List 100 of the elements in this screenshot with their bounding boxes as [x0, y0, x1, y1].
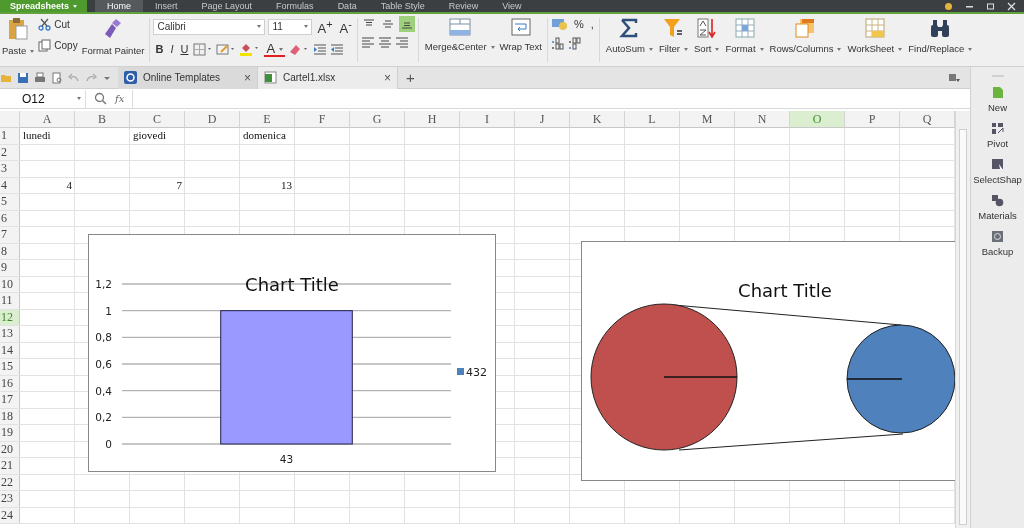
- menu-tab[interactable]: Formulas: [264, 0, 326, 12]
- column-header[interactable]: Q: [900, 111, 955, 128]
- document-tab[interactable]: Cartel1.xlsx ×: [258, 66, 398, 89]
- column-header[interactable]: G: [350, 111, 405, 128]
- vertical-scrollbar[interactable]: [955, 111, 970, 528]
- wrap-text-button[interactable]: Wrap Text: [497, 16, 544, 66]
- toolbar-button[interactable]: Format: [722, 16, 767, 55]
- row-header[interactable]: 8: [0, 243, 20, 259]
- font-size-field[interactable]: 11: [268, 18, 313, 35]
- cut-button[interactable]: Cut: [38, 18, 78, 31]
- row-header[interactable]: 9: [0, 260, 20, 276]
- row-header[interactable]: 17: [0, 392, 20, 408]
- side-panel-button[interactable]: Materials: [978, 194, 1017, 221]
- side-panel-button[interactable]: Pivot: [986, 122, 1009, 149]
- row-header[interactable]: 11: [0, 293, 20, 309]
- row-header[interactable]: 4: [0, 177, 20, 193]
- column-header[interactable]: I: [460, 111, 515, 128]
- app-menu-button[interactable]: Spreadsheets: [0, 0, 88, 12]
- row-header[interactable]: 23: [0, 491, 20, 507]
- column-header[interactable]: H: [405, 111, 460, 128]
- column-header[interactable]: K: [570, 111, 625, 128]
- restore-icon[interactable]: [986, 1, 995, 11]
- column-header[interactable]: L: [625, 111, 680, 128]
- cell-style-icon[interactable]: [216, 42, 237, 56]
- new-tab-button[interactable]: +: [398, 69, 423, 86]
- column-header[interactable]: J: [515, 111, 570, 128]
- grow-font-button[interactable]: A$^{+}$: [315, 16, 335, 38]
- document-tab[interactable]: Online Templates ×: [118, 66, 258, 89]
- print-icon[interactable]: [34, 71, 46, 84]
- borders-icon[interactable]: [193, 42, 214, 56]
- row-header[interactable]: 10: [0, 276, 20, 292]
- row-header[interactable]: 5: [0, 194, 20, 210]
- menu-tab[interactable]: Data: [325, 0, 369, 12]
- row-header[interactable]: 3: [0, 161, 20, 177]
- outdent-icon[interactable]: [330, 42, 345, 56]
- side-panel-button[interactable]: Backup: [981, 230, 1014, 257]
- column-header[interactable]: O: [790, 111, 845, 128]
- bold-button[interactable]: B: [153, 41, 166, 58]
- save-icon[interactable]: [17, 71, 29, 84]
- menu-tab[interactable]: Insert: [143, 0, 190, 12]
- column-header[interactable]: P: [845, 111, 900, 128]
- underline-button[interactable]: U: [178, 41, 191, 58]
- row-header[interactable]: 19: [0, 425, 20, 441]
- vertical-align-button[interactable]: [398, 16, 415, 32]
- column-header[interactable]: D: [185, 111, 240, 128]
- comma-button[interactable]: ,: [588, 16, 596, 32]
- row-header[interactable]: 6: [0, 210, 20, 226]
- column-header[interactable]: E: [240, 111, 295, 128]
- undo-icon[interactable]: [68, 71, 80, 84]
- print-preview-icon[interactable]: [51, 71, 63, 84]
- row-header[interactable]: 14: [0, 342, 20, 358]
- row-header[interactable]: 18: [0, 408, 20, 424]
- align-left-icon[interactable]: [360, 36, 375, 48]
- column-header[interactable]: N: [735, 111, 790, 128]
- row-header[interactable]: 1: [0, 128, 20, 144]
- row-header[interactable]: 13: [0, 326, 20, 342]
- row-header[interactable]: 20: [0, 441, 20, 457]
- close-tab-button[interactable]: ×: [384, 70, 391, 85]
- merge-center-button[interactable]: Merge&Center: [421, 16, 498, 66]
- menu-tab[interactable]: Table Style: [368, 0, 437, 12]
- row-header[interactable]: 22: [0, 474, 20, 490]
- function-label[interactable]: fx: [115, 93, 125, 104]
- toolbar-button[interactable]: Filter: [655, 16, 691, 55]
- menu-tab[interactable]: Page Layout: [189, 0, 265, 12]
- row-header[interactable]: 16: [0, 375, 20, 391]
- row-header[interactable]: 2: [0, 144, 20, 160]
- side-panel-button[interactable]: New: [988, 86, 1007, 113]
- redo-icon[interactable]: [85, 71, 97, 84]
- zoom-icon[interactable]: [94, 92, 107, 105]
- row-header[interactable]: 15: [0, 359, 20, 375]
- row-header[interactable]: 7: [0, 227, 20, 243]
- menu-tab[interactable]: Review: [436, 0, 491, 12]
- menu-tab[interactable]: Home: [95, 0, 144, 12]
- column-header[interactable]: A: [20, 111, 75, 128]
- close-tab-button[interactable]: ×: [244, 70, 251, 85]
- toolbar-button[interactable]: Sort: [691, 16, 723, 55]
- italic-button[interactable]: I: [168, 41, 176, 58]
- side-panel-button[interactable]: SelectShap: [973, 158, 1022, 185]
- column-header[interactable]: B: [75, 111, 130, 128]
- row-header[interactable]: 12: [0, 309, 20, 325]
- column-header[interactable]: M: [680, 111, 735, 128]
- font-color-button[interactable]: A: [264, 41, 286, 57]
- scrollbar-thumb[interactable]: [959, 129, 967, 525]
- row-header[interactable]: 21: [0, 458, 20, 474]
- indent-icon[interactable]: [313, 42, 328, 56]
- menu-tab[interactable]: View: [490, 0, 534, 12]
- toolbar-button[interactable]: Find/Replace: [905, 16, 976, 55]
- align-center-icon[interactable]: [377, 36, 392, 48]
- toolbar-button[interactable]: Rows/Columns: [766, 16, 845, 55]
- align-right-icon[interactable]: [394, 36, 409, 48]
- paste-button[interactable]: Paste: [0, 16, 37, 57]
- row-header[interactable]: 24: [0, 507, 20, 523]
- shrink-font-button[interactable]: A$^{-}$: [337, 16, 354, 38]
- font-family-field[interactable]: Calibri: [153, 18, 266, 35]
- currency-icon[interactable]: [550, 17, 569, 31]
- decrease-decimal-icon[interactable]: [567, 36, 582, 50]
- format-painter-button[interactable]: Format Painter: [79, 16, 147, 57]
- toolbar-button[interactable]: AutoSum: [602, 16, 656, 55]
- toolbar-button[interactable]: WorkSheet: [844, 16, 906, 55]
- column-header[interactable]: F: [295, 111, 350, 128]
